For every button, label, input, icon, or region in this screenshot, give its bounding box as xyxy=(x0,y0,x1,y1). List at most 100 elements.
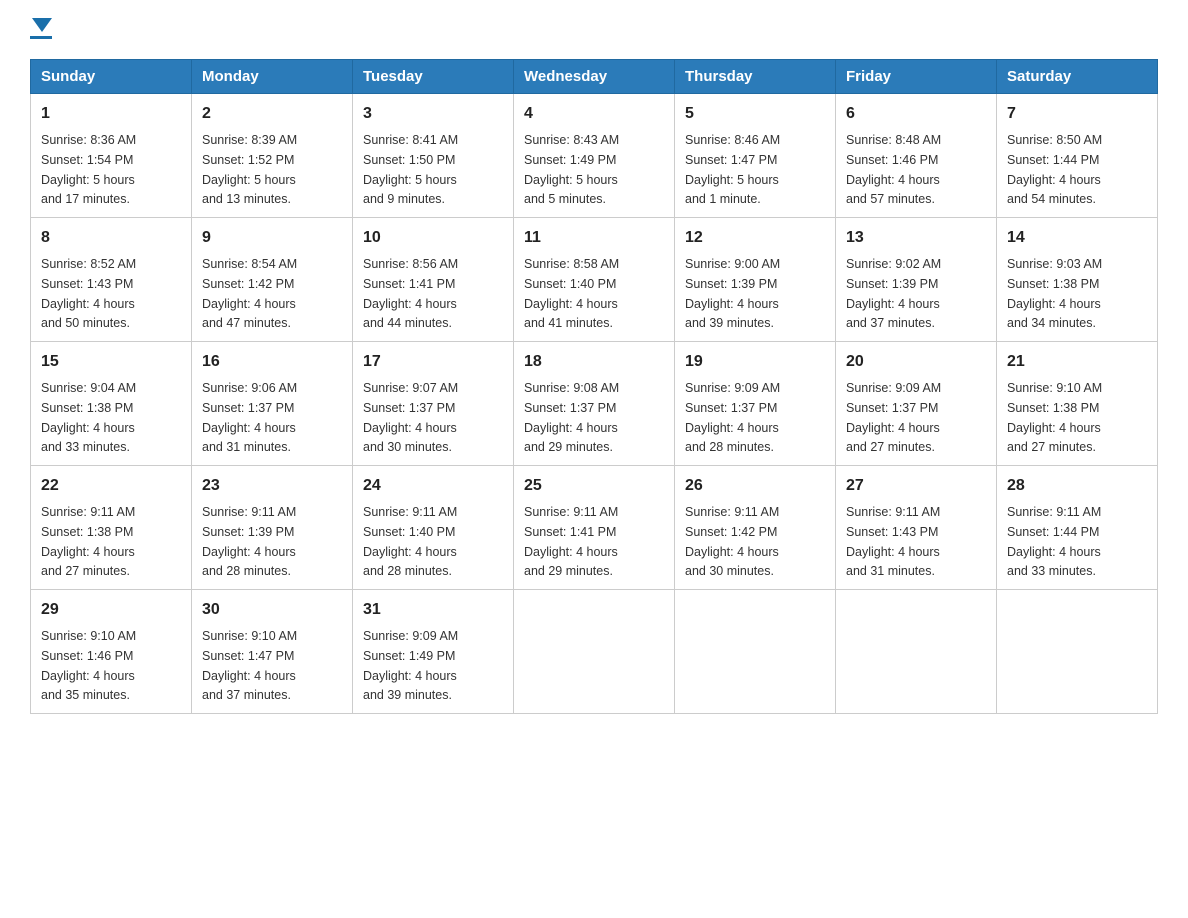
calendar-cell: 12 Sunrise: 9:00 AMSunset: 1:39 PMDaylig… xyxy=(675,218,836,342)
day-info: Sunrise: 9:11 AMSunset: 1:39 PMDaylight:… xyxy=(202,505,296,578)
week-row-3: 15 Sunrise: 9:04 AMSunset: 1:38 PMDaylig… xyxy=(31,342,1158,466)
calendar-cell: 19 Sunrise: 9:09 AMSunset: 1:37 PMDaylig… xyxy=(675,342,836,466)
day-number: 23 xyxy=(202,474,342,498)
day-info: Sunrise: 8:56 AMSunset: 1:41 PMDaylight:… xyxy=(363,257,458,330)
day-info: Sunrise: 8:52 AMSunset: 1:43 PMDaylight:… xyxy=(41,257,136,330)
day-info: Sunrise: 9:11 AMSunset: 1:40 PMDaylight:… xyxy=(363,505,457,578)
calendar-cell: 26 Sunrise: 9:11 AMSunset: 1:42 PMDaylig… xyxy=(675,466,836,590)
calendar-cell xyxy=(675,590,836,714)
weekday-header-saturday: Saturday xyxy=(997,60,1158,94)
day-number: 25 xyxy=(524,474,664,498)
day-info: Sunrise: 8:36 AMSunset: 1:54 PMDaylight:… xyxy=(41,133,136,206)
day-number: 11 xyxy=(524,226,664,250)
day-number: 19 xyxy=(685,350,825,374)
calendar-cell: 1 Sunrise: 8:36 AMSunset: 1:54 PMDayligh… xyxy=(31,94,192,218)
day-number: 30 xyxy=(202,598,342,622)
day-number: 22 xyxy=(41,474,181,498)
calendar-cell: 28 Sunrise: 9:11 AMSunset: 1:44 PMDaylig… xyxy=(997,466,1158,590)
day-number: 29 xyxy=(41,598,181,622)
day-number: 27 xyxy=(846,474,986,498)
day-number: 8 xyxy=(41,226,181,250)
calendar-cell: 2 Sunrise: 8:39 AMSunset: 1:52 PMDayligh… xyxy=(192,94,353,218)
day-info: Sunrise: 8:54 AMSunset: 1:42 PMDaylight:… xyxy=(202,257,297,330)
day-info: Sunrise: 9:10 AMSunset: 1:46 PMDaylight:… xyxy=(41,629,136,702)
day-number: 7 xyxy=(1007,102,1147,126)
page-header xyxy=(30,20,1158,39)
logo xyxy=(30,20,52,39)
day-info: Sunrise: 9:10 AMSunset: 1:38 PMDaylight:… xyxy=(1007,381,1102,454)
day-info: Sunrise: 8:43 AMSunset: 1:49 PMDaylight:… xyxy=(524,133,619,206)
calendar-cell: 13 Sunrise: 9:02 AMSunset: 1:39 PMDaylig… xyxy=(836,218,997,342)
day-info: Sunrise: 8:50 AMSunset: 1:44 PMDaylight:… xyxy=(1007,133,1102,206)
calendar-cell: 10 Sunrise: 8:56 AMSunset: 1:41 PMDaylig… xyxy=(353,218,514,342)
calendar-cell: 17 Sunrise: 9:07 AMSunset: 1:37 PMDaylig… xyxy=(353,342,514,466)
day-number: 13 xyxy=(846,226,986,250)
calendar-cell: 16 Sunrise: 9:06 AMSunset: 1:37 PMDaylig… xyxy=(192,342,353,466)
calendar-cell xyxy=(514,590,675,714)
day-info: Sunrise: 9:06 AMSunset: 1:37 PMDaylight:… xyxy=(202,381,297,454)
weekday-header-tuesday: Tuesday xyxy=(353,60,514,94)
day-number: 26 xyxy=(685,474,825,498)
day-info: Sunrise: 9:04 AMSunset: 1:38 PMDaylight:… xyxy=(41,381,136,454)
weekday-header-row: SundayMondayTuesdayWednesdayThursdayFrid… xyxy=(31,60,1158,94)
day-number: 12 xyxy=(685,226,825,250)
calendar-cell xyxy=(836,590,997,714)
calendar-table: SundayMondayTuesdayWednesdayThursdayFrid… xyxy=(30,59,1158,714)
day-number: 1 xyxy=(41,102,181,126)
day-number: 10 xyxy=(363,226,503,250)
day-info: Sunrise: 8:46 AMSunset: 1:47 PMDaylight:… xyxy=(685,133,780,206)
day-number: 5 xyxy=(685,102,825,126)
calendar-cell: 8 Sunrise: 8:52 AMSunset: 1:43 PMDayligh… xyxy=(31,218,192,342)
day-info: Sunrise: 8:58 AMSunset: 1:40 PMDaylight:… xyxy=(524,257,619,330)
week-row-4: 22 Sunrise: 9:11 AMSunset: 1:38 PMDaylig… xyxy=(31,466,1158,590)
day-info: Sunrise: 9:02 AMSunset: 1:39 PMDaylight:… xyxy=(846,257,941,330)
calendar-cell: 9 Sunrise: 8:54 AMSunset: 1:42 PMDayligh… xyxy=(192,218,353,342)
calendar-cell: 31 Sunrise: 9:09 AMSunset: 1:49 PMDaylig… xyxy=(353,590,514,714)
day-number: 6 xyxy=(846,102,986,126)
weekday-header-thursday: Thursday xyxy=(675,60,836,94)
day-info: Sunrise: 9:11 AMSunset: 1:38 PMDaylight:… xyxy=(41,505,135,578)
day-info: Sunrise: 9:09 AMSunset: 1:37 PMDaylight:… xyxy=(685,381,780,454)
day-info: Sunrise: 9:10 AMSunset: 1:47 PMDaylight:… xyxy=(202,629,297,702)
calendar-cell: 30 Sunrise: 9:10 AMSunset: 1:47 PMDaylig… xyxy=(192,590,353,714)
calendar-cell xyxy=(997,590,1158,714)
calendar-cell: 14 Sunrise: 9:03 AMSunset: 1:38 PMDaylig… xyxy=(997,218,1158,342)
day-number: 24 xyxy=(363,474,503,498)
day-number: 3 xyxy=(363,102,503,126)
logo-triangle-icon xyxy=(32,18,52,32)
week-row-5: 29 Sunrise: 9:10 AMSunset: 1:46 PMDaylig… xyxy=(31,590,1158,714)
day-number: 17 xyxy=(363,350,503,374)
day-info: Sunrise: 8:39 AMSunset: 1:52 PMDaylight:… xyxy=(202,133,297,206)
calendar-cell: 4 Sunrise: 8:43 AMSunset: 1:49 PMDayligh… xyxy=(514,94,675,218)
day-info: Sunrise: 9:11 AMSunset: 1:42 PMDaylight:… xyxy=(685,505,779,578)
weekday-header-sunday: Sunday xyxy=(31,60,192,94)
day-info: Sunrise: 9:11 AMSunset: 1:43 PMDaylight:… xyxy=(846,505,940,578)
day-number: 14 xyxy=(1007,226,1147,250)
calendar-cell: 25 Sunrise: 9:11 AMSunset: 1:41 PMDaylig… xyxy=(514,466,675,590)
week-row-1: 1 Sunrise: 8:36 AMSunset: 1:54 PMDayligh… xyxy=(31,94,1158,218)
day-number: 16 xyxy=(202,350,342,374)
day-info: Sunrise: 9:00 AMSunset: 1:39 PMDaylight:… xyxy=(685,257,780,330)
calendar-cell: 23 Sunrise: 9:11 AMSunset: 1:39 PMDaylig… xyxy=(192,466,353,590)
day-number: 31 xyxy=(363,598,503,622)
day-info: Sunrise: 9:11 AMSunset: 1:41 PMDaylight:… xyxy=(524,505,618,578)
calendar-cell: 21 Sunrise: 9:10 AMSunset: 1:38 PMDaylig… xyxy=(997,342,1158,466)
calendar-cell: 6 Sunrise: 8:48 AMSunset: 1:46 PMDayligh… xyxy=(836,94,997,218)
day-info: Sunrise: 9:09 AMSunset: 1:37 PMDaylight:… xyxy=(846,381,941,454)
day-number: 9 xyxy=(202,226,342,250)
weekday-header-friday: Friday xyxy=(836,60,997,94)
calendar-cell: 27 Sunrise: 9:11 AMSunset: 1:43 PMDaylig… xyxy=(836,466,997,590)
day-info: Sunrise: 9:08 AMSunset: 1:37 PMDaylight:… xyxy=(524,381,619,454)
day-number: 20 xyxy=(846,350,986,374)
calendar-cell: 24 Sunrise: 9:11 AMSunset: 1:40 PMDaylig… xyxy=(353,466,514,590)
day-info: Sunrise: 9:09 AMSunset: 1:49 PMDaylight:… xyxy=(363,629,458,702)
calendar-cell: 29 Sunrise: 9:10 AMSunset: 1:46 PMDaylig… xyxy=(31,590,192,714)
calendar-cell: 3 Sunrise: 8:41 AMSunset: 1:50 PMDayligh… xyxy=(353,94,514,218)
calendar-cell: 15 Sunrise: 9:04 AMSunset: 1:38 PMDaylig… xyxy=(31,342,192,466)
logo-underline xyxy=(30,36,52,39)
day-info: Sunrise: 8:41 AMSunset: 1:50 PMDaylight:… xyxy=(363,133,458,206)
day-info: Sunrise: 9:11 AMSunset: 1:44 PMDaylight:… xyxy=(1007,505,1101,578)
day-number: 18 xyxy=(524,350,664,374)
day-number: 2 xyxy=(202,102,342,126)
day-number: 15 xyxy=(41,350,181,374)
